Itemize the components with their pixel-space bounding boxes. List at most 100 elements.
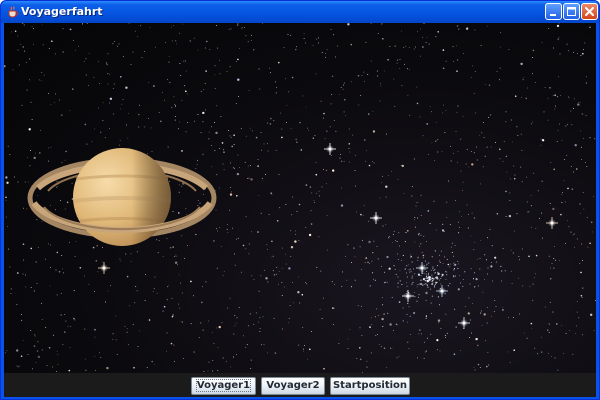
star: [145, 274, 146, 275]
star: [510, 119, 512, 121]
star: [539, 217, 541, 219]
star: [60, 292, 62, 294]
star: [540, 212, 542, 214]
star: [394, 268, 396, 270]
star: [124, 326, 126, 328]
minimize-button[interactable]: [545, 3, 562, 20]
star: [258, 194, 260, 196]
star: [180, 321, 182, 323]
star: [475, 278, 478, 281]
star: [579, 203, 581, 205]
star: [269, 123, 272, 125]
star: [537, 353, 539, 355]
star: [132, 51, 134, 53]
star: [242, 335, 244, 337]
star: [502, 247, 504, 249]
star: [30, 101, 32, 103]
star: [526, 201, 528, 203]
star: [298, 203, 301, 206]
star: [506, 171, 508, 173]
star: [283, 47, 285, 49]
star: [50, 104, 52, 106]
star: [186, 93, 188, 95]
star: [116, 45, 118, 47]
star: [289, 305, 291, 307]
star: [559, 123, 560, 125]
star: [99, 352, 100, 354]
star: [389, 323, 392, 326]
star: [408, 264, 410, 266]
startposition-button[interactable]: Startposition: [330, 377, 410, 395]
star: [479, 268, 481, 270]
star: [56, 294, 58, 296]
star: [397, 59, 399, 61]
star: [214, 150, 216, 152]
star: [473, 217, 476, 219]
star: [406, 285, 408, 287]
star: [475, 337, 478, 341]
star: [119, 258, 121, 260]
star: [372, 130, 376, 133]
star: [361, 75, 363, 77]
star: [253, 279, 255, 281]
star: [298, 239, 300, 241]
star: [459, 275, 460, 277]
star: [481, 132, 483, 134]
star: [574, 332, 576, 334]
star: [473, 286, 476, 288]
star: [576, 53, 578, 54]
star: [429, 106, 431, 108]
star: [223, 151, 225, 153]
star: [94, 336, 96, 338]
star: [579, 213, 581, 215]
star: [381, 23, 383, 25]
star: [499, 148, 501, 151]
maximize-button[interactable]: [563, 3, 580, 20]
star: [502, 309, 504, 311]
star: [581, 113, 583, 115]
star: [370, 23, 372, 24]
star: [444, 132, 446, 133]
star: [227, 130, 229, 131]
close-button[interactable]: [581, 3, 598, 20]
star: [318, 37, 320, 39]
client-area: Voyager1 Voyager2 Startposition: [4, 23, 596, 397]
star: [437, 271, 439, 273]
bright-star: [546, 217, 558, 229]
star: [377, 334, 379, 335]
star: [571, 124, 573, 126]
star: [248, 177, 250, 179]
star: [41, 302, 43, 304]
star: [465, 163, 467, 165]
star: [186, 214, 188, 216]
star: [435, 35, 437, 37]
star: [304, 281, 306, 283]
title-bar[interactable]: Voyagerfahrt: [1, 1, 599, 23]
star: [179, 63, 181, 64]
star: [193, 120, 195, 122]
star: [245, 135, 247, 137]
star: [153, 288, 155, 290]
coffee-cup-icon[interactable]: [6, 5, 20, 19]
star: [422, 254, 425, 257]
star: [349, 151, 351, 153]
voyager1-button[interactable]: Voyager1: [191, 377, 256, 395]
star: [146, 153, 148, 155]
star: [292, 196, 294, 198]
star: [292, 302, 294, 304]
star: [175, 116, 176, 117]
star: [48, 47, 50, 49]
star: [212, 359, 214, 361]
star: [330, 103, 332, 105]
star: [195, 234, 197, 235]
star: [34, 334, 36, 336]
star: [378, 315, 380, 317]
star: [385, 185, 388, 188]
voyager2-button[interactable]: Voyager2: [261, 377, 325, 395]
star: [430, 312, 433, 314]
star: [416, 201, 418, 203]
star: [32, 43, 34, 45]
star: [45, 327, 47, 328]
star: [143, 51, 145, 52]
star: [50, 267, 52, 268]
